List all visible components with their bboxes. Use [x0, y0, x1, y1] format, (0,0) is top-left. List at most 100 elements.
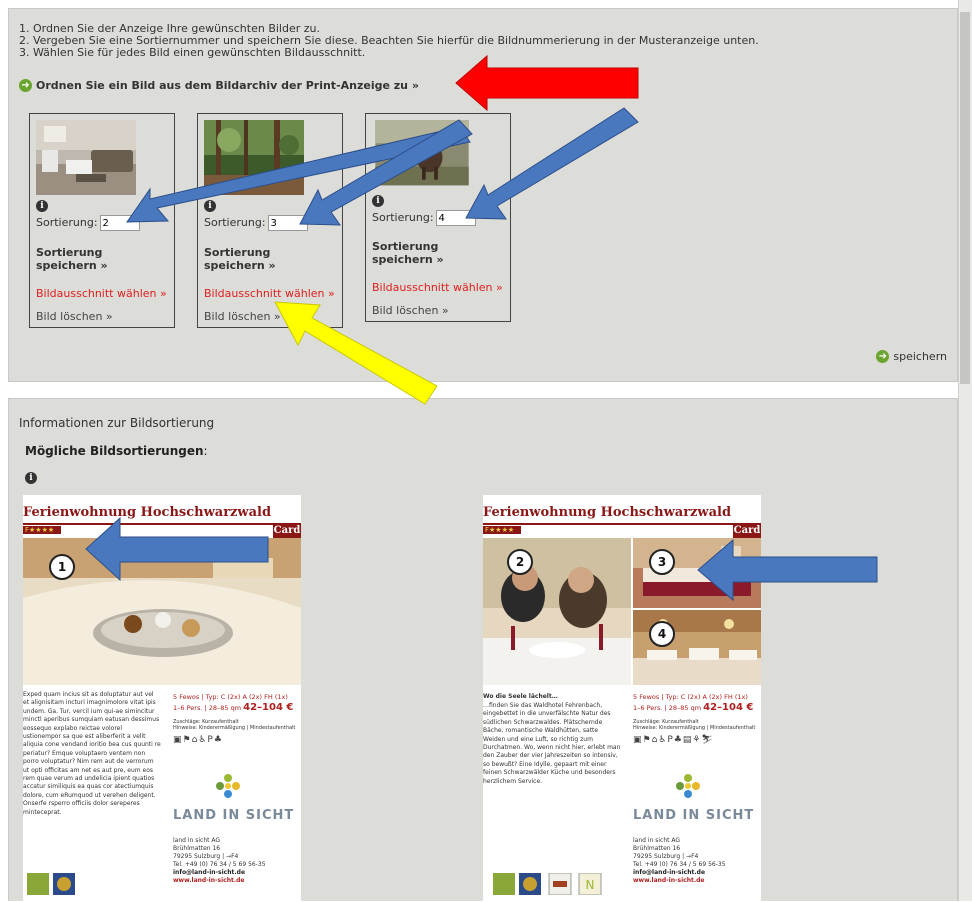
ad-web-text: www.land-in-sicht.de: [633, 877, 705, 884]
building-icon: ▤: [682, 735, 693, 745]
ad-web-text: www.land-in-sicht.de: [173, 877, 245, 884]
ad-price-capacity: 1–6 Pers. | 28–85 qm: [173, 704, 242, 712]
ad-logo-text: LAND IN SICHT: [633, 808, 755, 823]
arrow-right-circle-icon: ➜: [876, 349, 890, 363]
sort-row: Sortierung:: [204, 215, 308, 231]
ad-address-line: land in sicht AG: [633, 837, 681, 844]
ad-price-line-1: 5 Fewos | Typ: C (2x) A (2x) FH (1x): [633, 693, 748, 701]
ad-title: Ferienwohnung Hochschwarzwald: [23, 505, 272, 520]
sort-number-input[interactable]: [435, 210, 476, 226]
ad-stars-badge: F★★★★: [483, 526, 521, 534]
sample-ad-layout-2: Ferienwohnung Hochschwarzwald F★★★★ Card: [483, 495, 761, 902]
save-button[interactable]: ➜ speichern: [876, 349, 947, 363]
ad-email: info@land-in-sicht.de: [633, 869, 726, 877]
image-thumbnail-animal[interactable]: [372, 120, 472, 190]
ad-price-line-1: 5 Fewos | Typ: C (2x) A (2x) FH (1x): [173, 693, 288, 701]
ad-amenity-icons: ▣⚑⌂♿P♣: [173, 735, 223, 745]
ad-stars-badge: F★★★★: [23, 526, 61, 534]
info-icon[interactable]: i: [204, 200, 216, 212]
ad-price-range: 42–104 €: [243, 702, 294, 713]
ad-body-text: …finden Sie das Waldhotel Fehrenbach, ei…: [483, 702, 621, 785]
sort-number-input[interactable]: [267, 215, 308, 231]
ski-icon: ⛷: [701, 735, 714, 745]
section-subtitle: Mögliche Bildsortierungen:: [25, 444, 208, 458]
ad-price-range: 42–104 €: [703, 702, 754, 713]
ad-address-line: 79295 Sulzburg | →F4: [173, 853, 239, 860]
ad-title: Ferienwohnung Hochschwarzwald: [483, 505, 732, 520]
ad-web: www.land-in-sicht.de: [173, 877, 266, 885]
ad-email: info@land-in-sicht.de: [173, 869, 266, 877]
land-in-sicht-logo-icon: [676, 774, 700, 798]
sample-ad-layout-1: Ferienwohnung Hochschwarzwald F★★★★ Card…: [23, 495, 301, 902]
assign-image-link-label: Ordnen Sie ein Bild aus dem Bildarchiv d…: [36, 78, 419, 92]
ad-title-rule: [23, 523, 301, 525]
scrollbar-thumb[interactable]: [960, 12, 970, 384]
info-icon[interactable]: i: [372, 195, 384, 207]
ad-photo-restaurant: [633, 610, 761, 685]
arrow-right-circle-icon: ➜: [19, 78, 32, 92]
ad-amenity-icons: ▣⚑⌂♿P♣▤⚘⛷: [633, 735, 714, 745]
ad-card-badge: Card: [273, 523, 301, 538]
image-card-3: i Sortierung: Sortierung speichern » Bil…: [365, 113, 511, 322]
instructions-list: 1. Ordnen Sie der Anzeige Ihre gewünscht…: [19, 23, 759, 59]
hiking-icon: ⚘: [692, 735, 702, 745]
ad-address-line: Brühlmatten 16: [633, 845, 681, 852]
tree-icon: ♣: [213, 735, 223, 745]
image-position-number: 1: [49, 554, 75, 580]
save-button-label: speichern: [893, 349, 947, 363]
section-subtitle-suffix: :: [203, 444, 208, 458]
image-assignment-panel: 1. Ordnen Sie der Anzeige Ihre gewünscht…: [8, 8, 958, 382]
image-position-number: 2: [507, 549, 533, 575]
flag-icon: ⚑: [642, 735, 652, 745]
ad-email-text: info@land-in-sicht.de: [633, 869, 706, 876]
ad-price-line-2: 1–6 Pers. | 28–85 qm 42–104 €: [633, 703, 753, 713]
ad-address-line: Tel. +49 (0) 76 34 / 5 69 56-35: [173, 861, 266, 868]
tree-icon: ♣: [673, 735, 683, 745]
save-sort-link[interactable]: Sortierung speichern »: [204, 246, 324, 272]
save-sort-link[interactable]: Sortierung speichern »: [36, 246, 156, 272]
image-thumbnail-living-room[interactable]: [36, 120, 136, 195]
instruction-step-3: 3. Wählen Sie für jedes Bild einen gewün…: [19, 46, 366, 59]
delete-image-link[interactable]: Bild löschen »: [204, 310, 281, 323]
crop-image-link[interactable]: Bildausschnitt wählen »: [36, 287, 167, 300]
ad-web: www.land-in-sicht.de: [633, 877, 726, 885]
ad-card-badge: Card: [733, 523, 761, 538]
sort-label: Sortierung:: [36, 216, 98, 229]
info-icon[interactable]: i: [25, 472, 37, 484]
bed-icon: ▣: [633, 735, 643, 745]
assign-image-link[interactable]: ➜ Ordnen Sie ein Bild aus dem Bildarchiv …: [19, 78, 419, 92]
section-subtitle-text: Mögliche Bildsortierungen: [25, 444, 204, 458]
image-position-number: 3: [649, 549, 675, 575]
image-card-1: i Sortierung: Sortierung speichern » Bil…: [29, 113, 175, 328]
delete-image-link[interactable]: Bild löschen »: [36, 310, 113, 323]
crop-image-link[interactable]: Bildausschnitt wählen »: [204, 287, 335, 300]
ad-body-text: Exped quam incius sit as doluptatur aut …: [23, 691, 161, 816]
image-thumbnail-forest[interactable]: [204, 120, 304, 195]
sort-label: Sortierung:: [204, 216, 266, 229]
sort-info-panel: Informationen zur Bildsortierung Möglich…: [8, 398, 958, 902]
info-icon[interactable]: i: [36, 200, 48, 212]
sort-row: Sortierung:: [36, 215, 140, 231]
sort-number-input[interactable]: [99, 215, 140, 231]
delete-image-link[interactable]: Bild löschen »: [372, 304, 449, 317]
ad-extras-line-2: Hinweise: Kinderermäßigung | Mindestaufe…: [633, 725, 756, 731]
image-position-number: 4: [649, 621, 675, 647]
save-sort-link[interactable]: Sortierung speichern »: [372, 240, 492, 266]
ad-title-rule: [483, 523, 761, 525]
certification-badges-icon: N: [493, 873, 602, 895]
image-card-2: i Sortierung: Sortierung speichern » Bil…: [197, 113, 343, 328]
crop-image-link[interactable]: Bildausschnitt wählen »: [372, 281, 503, 294]
sort-label: Sortierung:: [372, 211, 434, 224]
sort-row: Sortierung:: [372, 210, 476, 226]
bed-icon: ▣: [173, 735, 183, 745]
ad-address-line: Tel. +49 (0) 76 34 / 5 69 56-35: [633, 861, 726, 868]
ad-logo-text: LAND IN SICHT: [173, 808, 295, 823]
ad-headline: Wo die Seele lächelt…: [483, 693, 558, 700]
ad-address-line: Brühlmatten 16: [173, 845, 221, 852]
ad-address: land in sicht AG Brühlmatten 16 79295 Su…: [633, 837, 726, 885]
ad-address-line: 79295 Sulzburg | →F4: [633, 853, 699, 860]
ad-address: land in sicht AG Brühlmatten 16 79295 Su…: [173, 837, 266, 885]
svg-text:N: N: [586, 878, 595, 892]
ad-email-text: info@land-in-sicht.de: [173, 869, 246, 876]
flag-icon: ⚑: [182, 735, 192, 745]
